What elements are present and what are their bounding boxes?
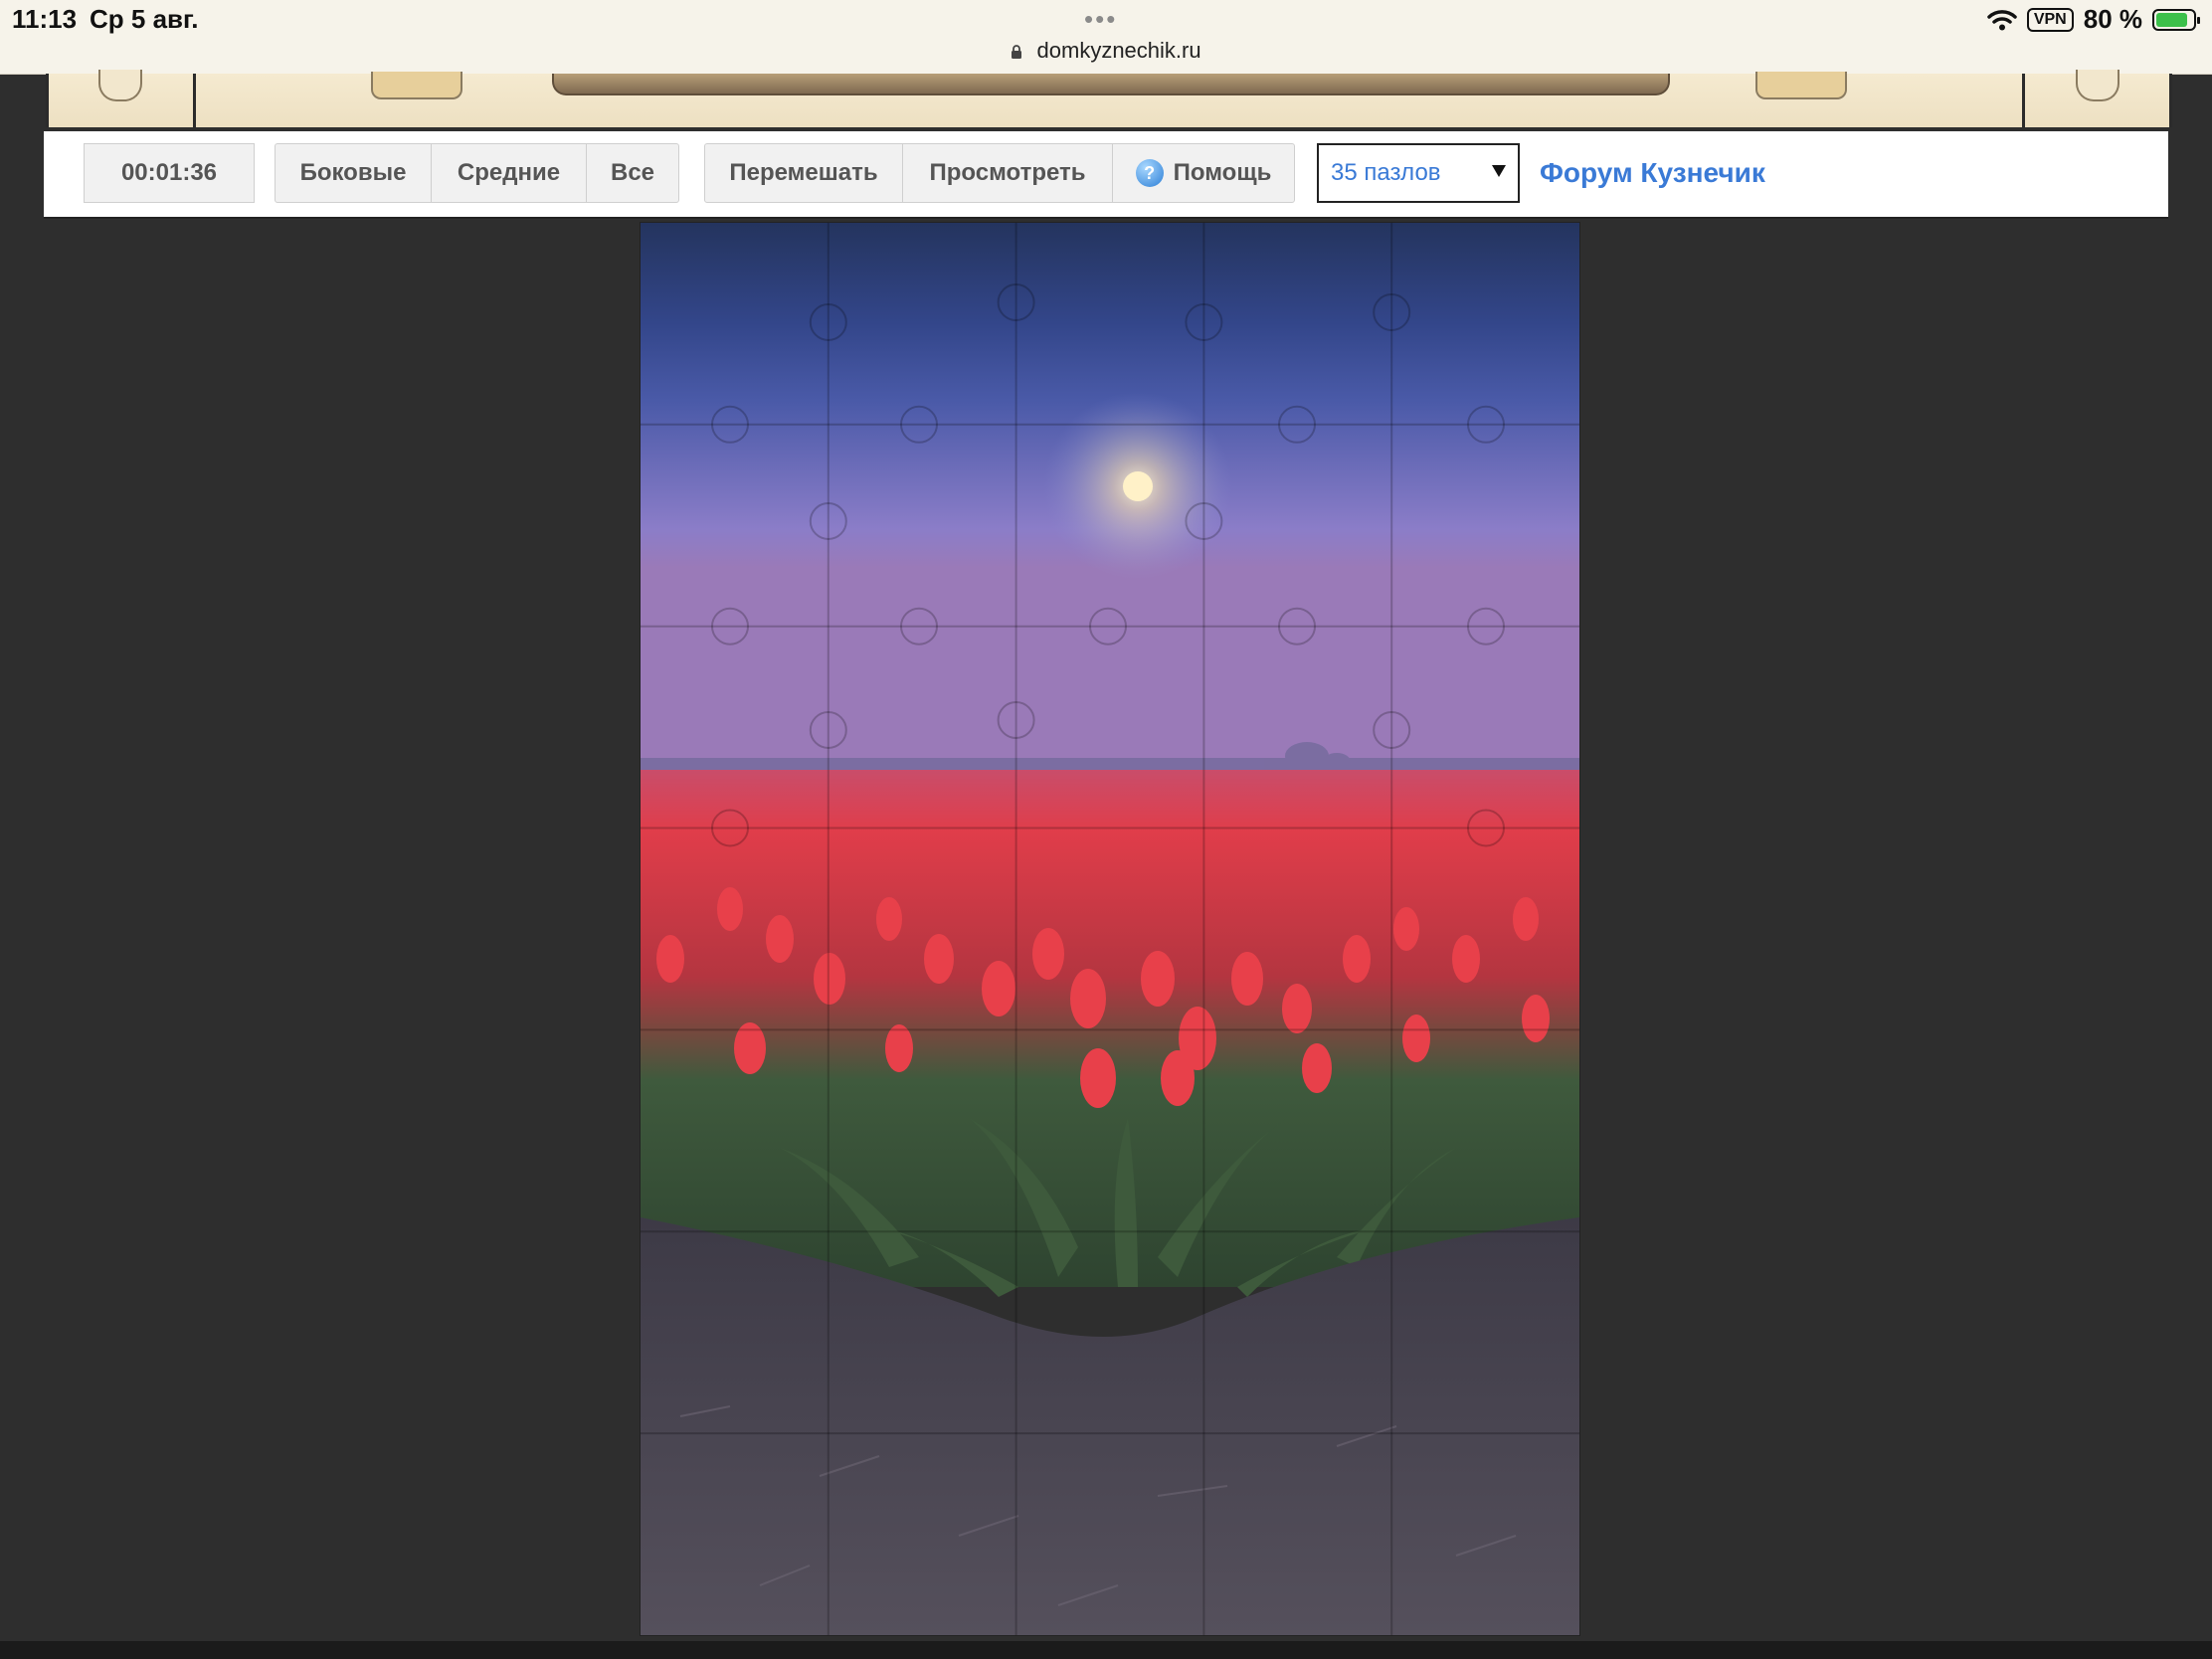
page-bottom-edge [0,1641,2212,1659]
filter-all-pieces-button[interactable]: Все [586,143,679,203]
help-icon: ? [1135,159,1164,187]
puzzle-image [641,223,1579,1635]
moon [1123,471,1153,501]
help-button[interactable]: ? Помощь [1112,143,1295,203]
multitask-dots-icon[interactable]: ••• [1084,4,1117,35]
help-label: Помощь [1173,159,1272,186]
battery-icon [2152,8,2200,31]
filter-edge-pieces-button[interactable]: Боковые [275,143,432,203]
status-indicators: VPN 80 % [1987,4,2200,35]
filter-middle-pieces-button[interactable]: Средние [431,143,587,203]
wifi-icon [1987,9,2017,30]
timer-display: 00:01:36 [84,143,255,203]
battery-percent: 80 % [2083,4,2142,34]
status-time: 11:13 [12,4,78,34]
vpn-badge: VPN [2026,7,2074,32]
ios-status-bar: 11:13 Ср 5 авг. ••• domkyznechik.ru VPN … [0,0,2212,75]
preview-button[interactable]: Просмотреть [902,143,1113,203]
lock-icon [1012,45,1022,59]
pieces-count-select[interactable]: 35 пазлов [1317,143,1520,203]
site-header-decoration [46,70,2172,127]
address-url: domkyznechik.ru [1036,38,1201,63]
shuffle-button[interactable]: Перемешать [704,143,903,203]
address-bar[interactable]: domkyznechik.ru [0,38,2212,64]
status-date: Ср 5 авг. [90,4,199,34]
puzzle-board[interactable] [640,222,1580,1636]
forum-link[interactable]: Форум Кузнечик [1540,157,1765,189]
puzzle-toolbar: 00:01:36 Боковые Средние Все Перемешать … [44,131,2168,219]
chevron-down-icon [1492,165,1506,177]
pieces-count-value: 35 пазлов [1331,159,1441,186]
